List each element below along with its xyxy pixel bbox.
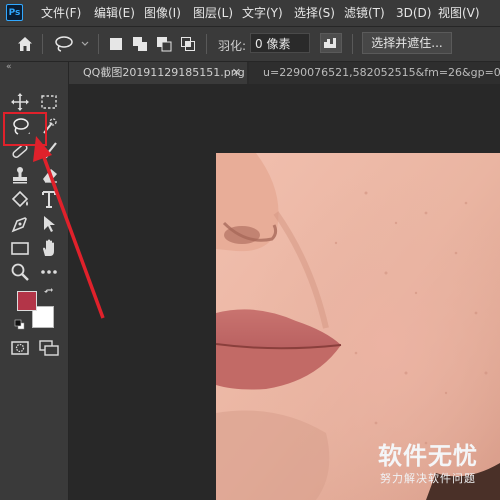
separator bbox=[352, 34, 353, 54]
document-tab-bar: QQ截图20191129185151.png ✕ u=2290076521,58… bbox=[69, 62, 500, 84]
separator bbox=[42, 34, 43, 54]
clone-stamp-tool-icon[interactable] bbox=[9, 164, 31, 186]
separator bbox=[206, 34, 207, 54]
lasso-tool-highlight bbox=[3, 112, 47, 146]
subtract-from-selection-icon[interactable] bbox=[156, 36, 172, 52]
anti-alias-icon[interactable] bbox=[320, 33, 342, 53]
options-bar: 羽化: 0 像素 选择并遮住... bbox=[0, 27, 500, 62]
more-tools-icon[interactable] bbox=[38, 261, 60, 283]
tab-label: u=2290076521,582052515&fm=26&gp=0.jpg bbox=[263, 66, 500, 79]
menu-file[interactable]: 文件(F) bbox=[41, 6, 81, 20]
new-selection-icon[interactable] bbox=[108, 36, 124, 52]
type-tool-icon[interactable] bbox=[38, 188, 60, 210]
paint-bucket-tool-icon[interactable] bbox=[9, 188, 31, 210]
foreground-color-swatch-top[interactable] bbox=[17, 291, 37, 311]
menu-3d[interactable]: 3D(D) bbox=[396, 6, 431, 20]
pen-tool-icon[interactable] bbox=[9, 213, 31, 235]
tool-preset-picker[interactable] bbox=[52, 34, 92, 54]
menu-bar: Ps 文件(F) 编辑(E) 图像(I) 图层(L) 文字(Y) 选择(S) 滤… bbox=[0, 0, 500, 27]
default-colors-icon[interactable] bbox=[14, 319, 26, 331]
collapse-panel-icon[interactable]: « bbox=[6, 62, 12, 72]
marquee-tool-icon[interactable] bbox=[38, 91, 60, 113]
menu-filter[interactable]: 滤镜(T) bbox=[344, 6, 385, 20]
path-selection-tool-icon[interactable] bbox=[38, 213, 60, 235]
eraser-tool-icon[interactable] bbox=[38, 164, 60, 186]
feather-input[interactable]: 0 像素 bbox=[250, 33, 310, 53]
home-icon[interactable] bbox=[16, 35, 34, 53]
separator bbox=[98, 34, 99, 54]
menu-select[interactable]: 选择(S) bbox=[294, 6, 335, 20]
swap-colors-icon[interactable] bbox=[44, 288, 56, 300]
hand-tool-icon[interactable] bbox=[38, 237, 60, 259]
intersect-selection-icon[interactable] bbox=[180, 36, 196, 52]
tab-document-1[interactable]: QQ截图20191129185151.png ✕ bbox=[69, 62, 247, 84]
watermark-subtitle: 努力解决软件问题 bbox=[380, 472, 476, 485]
tab-label: QQ截图20191129185151.png bbox=[83, 66, 245, 79]
watermark-title: 软件无忧 bbox=[378, 442, 478, 470]
zoom-tool-icon[interactable] bbox=[9, 261, 31, 283]
menu-edit[interactable]: 编辑(E) bbox=[94, 6, 135, 20]
quick-mask-icon[interactable] bbox=[9, 337, 31, 359]
tab-document-2[interactable]: u=2290076521,582052515&fm=26&gp=0.jpg bbox=[249, 62, 500, 84]
add-to-selection-icon[interactable] bbox=[132, 36, 148, 52]
feather-label: 羽化: bbox=[218, 39, 247, 53]
select-and-mask-button[interactable]: 选择并遮住... bbox=[362, 32, 452, 54]
photoshop-logo[interactable]: Ps bbox=[6, 4, 23, 21]
screen-mode-icon[interactable] bbox=[38, 337, 60, 359]
watermark: 软件无忧 努力解决软件问题 bbox=[366, 430, 494, 494]
move-tool-icon[interactable] bbox=[9, 91, 31, 113]
menu-layer[interactable]: 图层(L) bbox=[193, 6, 233, 20]
menu-image[interactable]: 图像(I) bbox=[144, 6, 181, 20]
rectangle-tool-icon[interactable] bbox=[9, 237, 31, 259]
menu-type[interactable]: 文字(Y) bbox=[242, 6, 283, 20]
menu-view[interactable]: 视图(V) bbox=[438, 6, 480, 20]
close-tab-icon[interactable]: ✕ bbox=[232, 62, 241, 84]
